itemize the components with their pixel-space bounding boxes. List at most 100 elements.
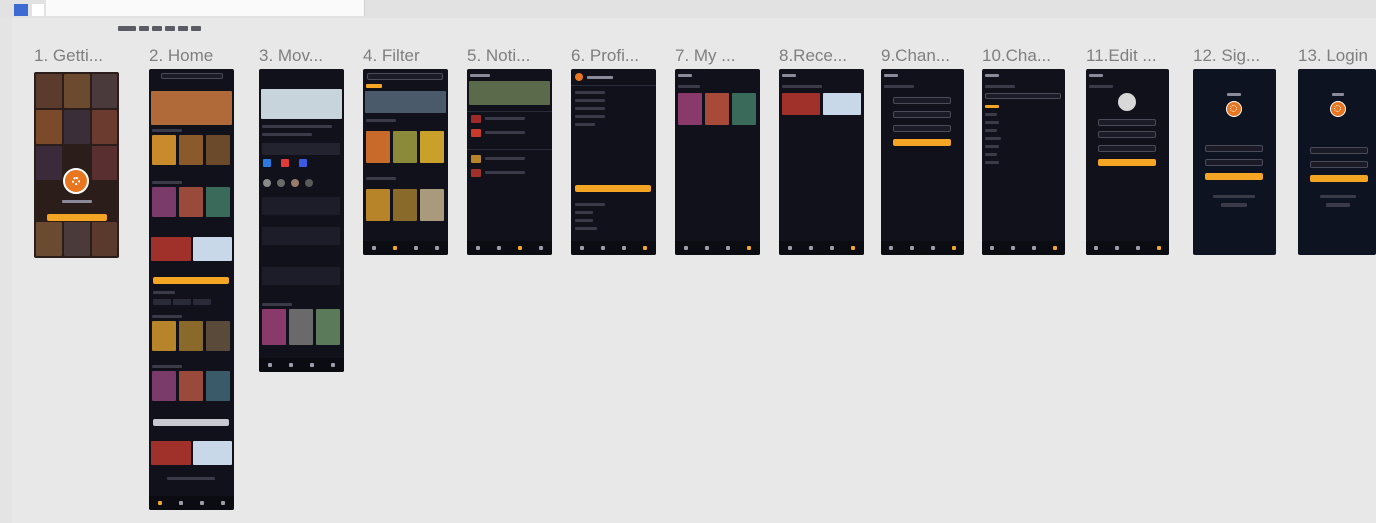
movie-poster[interactable] [152, 371, 176, 401]
genre-chip[interactable] [153, 299, 171, 305]
profile-link[interactable] [575, 211, 593, 214]
frame-movie[interactable] [259, 69, 344, 372]
filter-icon[interactable] [496, 246, 501, 250]
home-icon[interactable] [990, 246, 995, 250]
profile-link[interactable] [575, 203, 605, 206]
platform-icon[interactable] [263, 159, 271, 167]
frame-title-movie[interactable]: 3. Mov... [259, 46, 323, 66]
download-icon[interactable] [200, 501, 205, 505]
home-icon[interactable] [889, 246, 894, 250]
hero-banner[interactable] [151, 91, 232, 125]
home-icon[interactable] [579, 246, 584, 250]
movie-poster[interactable] [393, 131, 417, 163]
search-input[interactable] [161, 73, 223, 79]
frame-title-login[interactable]: 13. Login [1298, 46, 1368, 66]
cast-avatar[interactable] [305, 179, 313, 187]
profile-icon[interactable] [331, 363, 336, 367]
password-field[interactable] [1310, 161, 1368, 168]
frame-title-my-list[interactable]: 7. My ... [675, 46, 735, 66]
frame-title-filter[interactable]: 4. Filter [363, 46, 420, 66]
movie-poster[interactable] [179, 321, 203, 351]
movie-poster[interactable] [152, 321, 176, 351]
frame-getting-started[interactable] [34, 72, 119, 258]
language-option[interactable] [985, 113, 997, 116]
profile-icon[interactable] [221, 501, 226, 505]
profile-icon[interactable] [747, 246, 752, 250]
trailer-thumb[interactable] [193, 441, 232, 465]
frame-login[interactable] [1298, 69, 1376, 255]
frame-my-list[interactable] [675, 69, 760, 255]
save-button[interactable] [893, 139, 951, 146]
filter-icon[interactable] [1115, 246, 1120, 250]
movie-poster[interactable] [316, 309, 340, 345]
filter-icon[interactable] [600, 246, 605, 250]
avatar[interactable] [1118, 93, 1136, 111]
download-icon[interactable] [622, 246, 627, 250]
profile-link[interactable] [575, 219, 593, 222]
frame-title-home[interactable]: 2. Home [149, 46, 213, 66]
download-icon[interactable] [414, 246, 419, 250]
view-all-button[interactable] [153, 419, 229, 426]
movie-poster[interactable] [152, 187, 176, 217]
language-option[interactable] [985, 161, 999, 164]
frame-title-change-1[interactable]: 9.Chan... [881, 46, 950, 66]
get-started-button[interactable] [47, 214, 107, 221]
filter-icon[interactable] [1011, 246, 1016, 250]
profile-menu-item[interactable] [575, 107, 605, 110]
toolbar-chip[interactable] [191, 26, 201, 31]
frame-profile[interactable] [571, 69, 656, 255]
home-icon[interactable] [475, 246, 480, 250]
movie-poster[interactable] [179, 187, 203, 217]
cast-avatar[interactable] [263, 179, 271, 187]
home-icon[interactable] [371, 246, 376, 250]
filter-chip-active[interactable] [366, 84, 382, 88]
movie-poster[interactable] [262, 309, 286, 345]
profile-menu-item[interactable] [575, 115, 605, 118]
language-option[interactable] [985, 145, 999, 148]
toolbar-chip[interactable] [139, 26, 149, 31]
bell-icon[interactable] [518, 246, 523, 250]
frame-recent[interactable] [779, 69, 864, 255]
toolbar-chip[interactable] [178, 26, 188, 31]
search-input[interactable] [367, 73, 443, 80]
social-login-button[interactable] [1221, 203, 1247, 207]
movie-poster[interactable] [206, 321, 230, 351]
frame-filter[interactable] [363, 69, 448, 255]
download-icon[interactable] [310, 363, 315, 367]
toolbar-chip[interactable] [118, 26, 136, 31]
language-option[interactable] [985, 129, 997, 132]
app-logo-icon[interactable] [14, 4, 28, 16]
download-icon[interactable] [930, 246, 935, 250]
movie-poster[interactable] [705, 93, 729, 125]
profile-icon[interactable] [951, 246, 956, 250]
movie-poster[interactable] [366, 131, 390, 163]
frame-edit-profile[interactable] [1086, 69, 1169, 255]
frame-home[interactable] [149, 69, 234, 510]
movie-poster[interactable] [420, 189, 444, 221]
frame-title-signup[interactable]: 12. Sig... [1193, 46, 1260, 66]
featured-banner[interactable] [365, 91, 446, 113]
filter-icon[interactable] [704, 246, 709, 250]
download-icon[interactable] [1031, 246, 1036, 250]
platform-icon[interactable] [281, 159, 289, 167]
frame-title-recent[interactable]: 8.Rece... [779, 46, 847, 66]
profile-icon[interactable] [435, 246, 440, 250]
email-field[interactable] [1310, 147, 1368, 154]
cast-avatar[interactable] [277, 179, 285, 187]
frame-signup[interactable] [1193, 69, 1276, 255]
filter-icon[interactable] [178, 501, 183, 505]
name-field[interactable] [1098, 119, 1156, 126]
avatar[interactable] [575, 73, 583, 81]
email-field[interactable] [1205, 145, 1263, 152]
trailer-thumb[interactable] [193, 237, 232, 261]
profile-icon[interactable] [539, 246, 544, 250]
home-icon[interactable] [267, 363, 272, 367]
profile-icon[interactable] [1052, 246, 1057, 250]
save-button[interactable] [1098, 159, 1156, 166]
trailer-thumb[interactable] [823, 93, 861, 115]
movie-poster[interactable] [179, 135, 203, 165]
movie-poster[interactable] [393, 189, 417, 221]
frame-title-getting-started[interactable]: 1. Getti... [34, 46, 103, 66]
language-option[interactable] [985, 121, 999, 124]
filter-icon[interactable] [288, 363, 293, 367]
